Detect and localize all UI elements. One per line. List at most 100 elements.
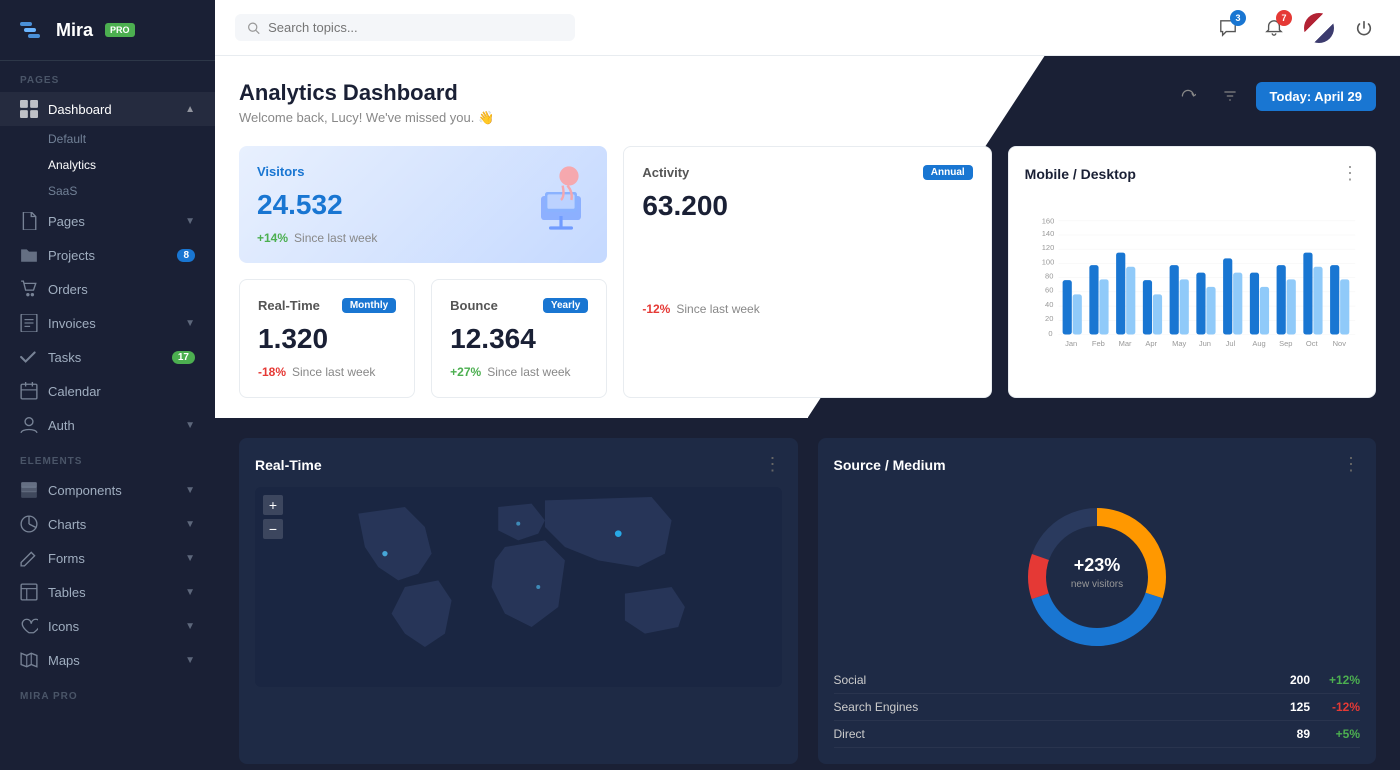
- pro-badge: PRO: [105, 23, 135, 37]
- sidebar: Mira PRO PAGES Dashboard ▲ Default Analy…: [0, 0, 215, 770]
- edit-icon: [20, 549, 38, 567]
- power-btn[interactable]: [1348, 12, 1380, 44]
- search-input[interactable]: [268, 20, 563, 35]
- page-header-actions: Today: April 29: [1172, 80, 1376, 112]
- activity-card: Activity Annual 63.200 -12% Since last w…: [623, 146, 991, 398]
- sidebar-item-projects[interactable]: Projects 8: [0, 238, 215, 272]
- bounce-badge: Yearly: [543, 298, 588, 313]
- svg-text:100: 100: [1041, 257, 1054, 266]
- refresh-btn[interactable]: [1172, 80, 1204, 112]
- sidebar-item-pages[interactable]: Pages ▼: [0, 204, 215, 238]
- page-subtitle: Welcome back, Lucy! We've missed you. 👋: [239, 110, 494, 126]
- bounce-card: Bounce Yearly 12.364 +27% Since last wee…: [431, 279, 607, 398]
- refresh-icon: [1180, 88, 1196, 104]
- logo-icon: [20, 16, 48, 44]
- cart-icon: [20, 280, 38, 298]
- map-card-title: Real-Time: [255, 457, 322, 473]
- sidebar-sub-default[interactable]: Default: [0, 126, 215, 152]
- calendar-icon: [20, 382, 38, 400]
- bounce-title: Bounce: [450, 298, 498, 313]
- receipt-icon: [20, 314, 38, 332]
- left-stats: Visitors 24.532: [239, 146, 607, 398]
- activity-title: Activity: [642, 165, 689, 180]
- svg-text:Nov: Nov: [1332, 339, 1346, 348]
- sidebar-item-tables[interactable]: Tables ▼: [0, 575, 215, 609]
- svg-text:0: 0: [1048, 329, 1052, 338]
- sidebar-sub-analytics[interactable]: Analytics: [0, 152, 215, 178]
- bounce-value: 12.364: [450, 323, 588, 355]
- mobile-desktop-card: Mobile / Desktop ⋮ 160 140 120 100 80 60…: [1008, 146, 1376, 398]
- visitors-change-pct: +14%: [257, 231, 288, 245]
- sidebar-item-orders[interactable]: Orders: [0, 272, 215, 306]
- map-icon: [20, 651, 38, 669]
- content-top: Analytics Dashboard Welcome back, Lucy! …: [215, 56, 1400, 418]
- chat-btn[interactable]: 3: [1212, 12, 1244, 44]
- bell-btn[interactable]: 7: [1258, 12, 1290, 44]
- svg-text:160: 160: [1041, 216, 1054, 225]
- pie-chart-icon: [20, 515, 38, 533]
- sidebar-item-components[interactable]: Components ▼: [0, 473, 215, 507]
- sidebar-item-icons[interactable]: Icons ▼: [0, 609, 215, 643]
- zoom-in-btn[interactable]: +: [263, 495, 283, 515]
- page-title: Analytics Dashboard: [239, 80, 494, 106]
- svg-text:Apr: Apr: [1145, 339, 1157, 348]
- filter-btn[interactable]: [1214, 80, 1246, 112]
- topbar: 3 7: [215, 0, 1400, 56]
- sidebar-item-auth[interactable]: Auth ▼: [0, 408, 215, 442]
- source-more-btn[interactable]: ⋮: [1342, 454, 1360, 475]
- source-table: Social 200 +12% Search Engines 125 -12% …: [834, 667, 1361, 748]
- svg-text:20: 20: [1045, 314, 1053, 323]
- realtime-card: Real-Time Monthly 1.320 -18% Since last …: [239, 279, 415, 398]
- svg-text:Jul: Jul: [1225, 339, 1235, 348]
- search-wrap[interactable]: [235, 14, 575, 41]
- map-controls: + −: [263, 495, 283, 539]
- activity-pct: -12%: [642, 302, 670, 316]
- map-more-btn[interactable]: ⋮: [764, 454, 782, 475]
- source-val: 200: [1260, 673, 1310, 687]
- bounce-pct: +27%: [450, 365, 481, 379]
- realtime-label: Since last week: [292, 365, 375, 379]
- check-icon: [20, 348, 38, 366]
- chart-title: Mobile / Desktop: [1025, 166, 1136, 182]
- topbar-icons: 3 7: [1212, 12, 1380, 44]
- tasks-badge: 17: [172, 351, 195, 364]
- source-title: Source / Medium: [834, 457, 946, 473]
- flag-icon[interactable]: [1304, 13, 1334, 43]
- visitors-title: Visitors: [257, 164, 304, 179]
- user-icon: [20, 416, 38, 434]
- realtime-map-card: Real-Time ⋮ + −: [239, 438, 798, 764]
- chart-more-btn[interactable]: ⋮: [1341, 163, 1359, 184]
- source-change: -12%: [1310, 700, 1360, 714]
- sidebar-item-dashboard[interactable]: Dashboard ▲: [0, 92, 215, 126]
- zoom-out-btn[interactable]: −: [263, 519, 283, 539]
- layers-icon: [20, 481, 38, 499]
- heart-icon: [20, 617, 38, 635]
- sidebar-sub-saas[interactable]: SaaS: [0, 178, 215, 204]
- main-content: 3 7 Analytics Dashboard Welcome back, Lu…: [215, 0, 1400, 770]
- chat-badge: 3: [1230, 10, 1246, 26]
- sidebar-item-tasks[interactable]: Tasks 17: [0, 340, 215, 374]
- source-medium-card: Source / Medium ⋮: [818, 438, 1377, 764]
- sidebar-item-maps[interactable]: Maps ▼: [0, 643, 215, 677]
- sidebar-item-calendar[interactable]: Calendar: [0, 374, 215, 408]
- page-header: Analytics Dashboard Welcome back, Lucy! …: [239, 80, 1376, 126]
- source-name: Social: [834, 673, 1261, 687]
- source-row-social: Social 200 +12%: [834, 667, 1361, 694]
- svg-text:120: 120: [1041, 243, 1054, 252]
- chevron-down-icon: ▼: [185, 216, 195, 227]
- svg-text:May: May: [1172, 339, 1186, 348]
- donut-chart: +23% new visitors: [1017, 497, 1177, 657]
- visitor-illustration: [517, 156, 597, 236]
- today-btn[interactable]: Today: April 29: [1256, 82, 1376, 111]
- activity-label: Since last week: [676, 302, 759, 316]
- activity-value: 63.200: [642, 190, 972, 222]
- source-name: Search Engines: [834, 700, 1261, 714]
- stats-grid: Visitors 24.532: [239, 146, 1376, 398]
- folder-icon: [20, 246, 38, 264]
- projects-badge: 8: [177, 249, 195, 262]
- sidebar-item-forms[interactable]: Forms ▼: [0, 541, 215, 575]
- logo-text: Mira: [56, 20, 93, 41]
- source-row-direct: Direct 89 +5%: [834, 721, 1361, 748]
- sidebar-item-charts[interactable]: Charts ▼: [0, 507, 215, 541]
- sidebar-item-invoices[interactable]: Invoices ▼: [0, 306, 215, 340]
